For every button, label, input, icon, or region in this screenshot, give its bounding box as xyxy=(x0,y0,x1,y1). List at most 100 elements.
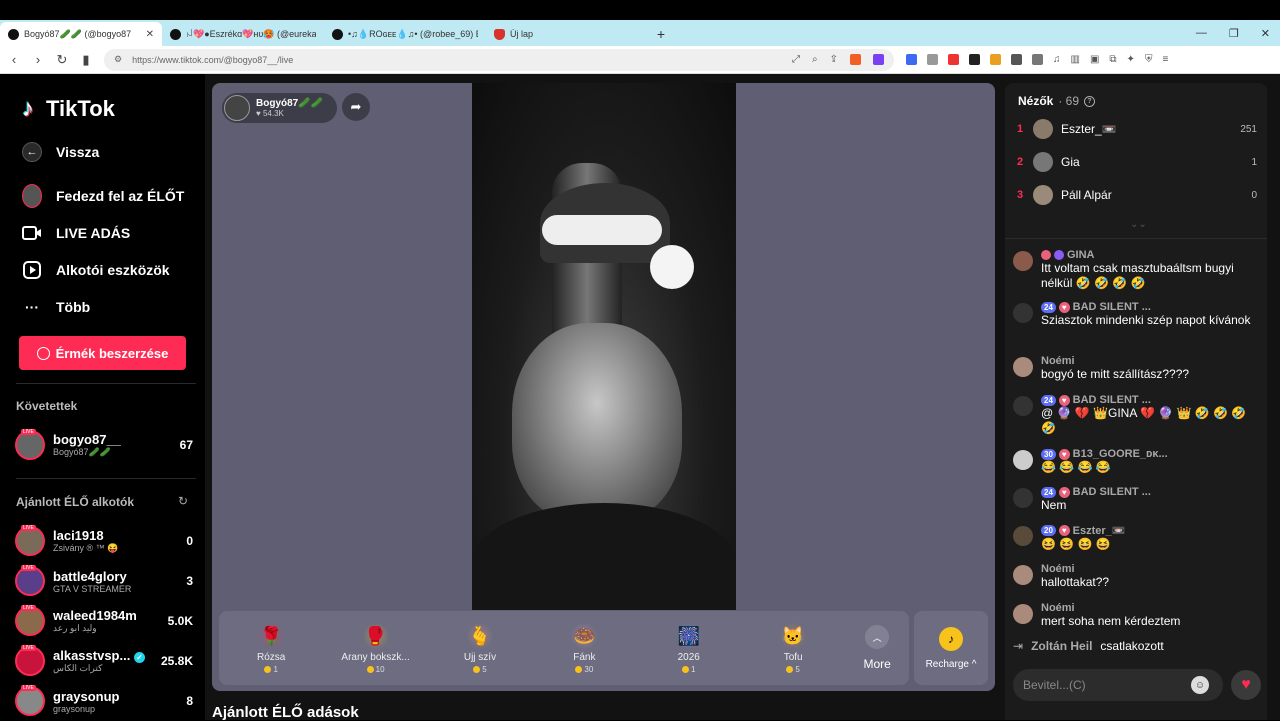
avatar[interactable] xyxy=(1013,450,1033,470)
url-field[interactable]: ⚙ https://www.tiktok.com/@bogyo87__/live… xyxy=(104,48,894,71)
gift-bar: 🌹 Rózsa 1 🥊 Arany bokszk... 10 🫰 Ujj szí… xyxy=(219,611,909,685)
reload-icon[interactable]: ↻ xyxy=(56,52,68,68)
recommended-creator[interactable]: LIVE waleed1984m وليد ابو رعد 5.0K xyxy=(15,604,193,638)
share-icon[interactable]: ⇪ xyxy=(830,54,838,65)
gift-item[interactable]: 🎆 2026 1 xyxy=(637,611,741,685)
info-icon[interactable]: ? xyxy=(1084,95,1096,107)
zoom-icon[interactable]: ⌕ xyxy=(812,54,818,65)
recommended-creator[interactable]: LIVE battle4glory GTA V STREAMER 3 xyxy=(15,564,193,598)
extension-icon[interactable] xyxy=(1032,54,1043,65)
host-info[interactable]: Bogyó87🥒🥒 ♥ 54.3K xyxy=(222,93,338,123)
chat-user[interactable]: Noémi xyxy=(1041,602,1261,614)
chat-user[interactable]: 24 ♥ BAD SILENT ... xyxy=(1041,301,1261,313)
brave-shield-icon[interactable] xyxy=(850,54,861,65)
viewer-rank: 2 xyxy=(1017,156,1024,168)
back-link[interactable]: ← Vissza xyxy=(22,142,99,162)
browser-tab-3[interactable]: •♫💧ROɢᴇᴇ💧♫• (@robee_69) ÉLŐ a xyxy=(324,22,486,46)
tab-close-icon[interactable]: ✕ xyxy=(146,29,154,40)
chat-user[interactable]: 30 ♥ B13_GOORE_ᴅᴋ... xyxy=(1041,448,1261,460)
translate-icon[interactable]: ⤢ xyxy=(792,54,800,65)
top-viewer[interactable]: 1 Eszter_📼 251 xyxy=(1017,117,1257,141)
avatar[interactable] xyxy=(1013,488,1033,508)
gift-item[interactable]: 🐱 Tofu 5 xyxy=(741,611,845,685)
gift-item[interactable]: 🍩 Fánk 30 xyxy=(532,611,636,685)
tab-title: •♫💧ROɢᴇᴇ💧♫• (@robee_69) ÉLŐ a xyxy=(348,28,478,39)
top-viewer[interactable]: 2 Gia 1 xyxy=(1017,150,1257,174)
recharge-button[interactable]: ♪ Recharge ^ xyxy=(914,611,988,685)
avatar[interactable] xyxy=(1013,565,1033,585)
browser-tab-2[interactable]: ꈤ💖●Eszrékɑ💖ʜᴜ🥵 (@eurekaeur xyxy=(162,22,324,46)
new-tab-button[interactable]: + xyxy=(648,22,674,46)
join-notice: ⇥ Zoltán Heil csatlakozott xyxy=(1013,639,1164,653)
chat-user[interactable]: 24 ♥ BAD SILENT ... xyxy=(1041,486,1261,498)
viewer-name: Páll Alpár xyxy=(1061,188,1112,202)
brave-rewards-icon[interactable] xyxy=(873,54,884,65)
top-viewer[interactable]: 3 Páll Alpár 0 xyxy=(1017,183,1257,207)
chat-user[interactable]: GINA xyxy=(1041,249,1261,261)
nav-label: Fedezd fel az ÉLŐT xyxy=(56,188,185,204)
bookmark-icon[interactable]: ▮ xyxy=(80,52,92,68)
gift-item[interactable]: 🫰 Ujj szív 5 xyxy=(428,611,532,685)
chat-user[interactable]: 20 ♥ Eszter_📼 xyxy=(1041,524,1261,537)
browser-tab-4[interactable]: Új lap xyxy=(486,22,648,46)
recommended-creator[interactable]: LIVE alkasstvsp... ✓ كترات الكاس 25.8K xyxy=(15,644,193,678)
chat-text: Itt voltam csak masztubaáltsm bugyi nélk… xyxy=(1041,261,1234,290)
browser-tab-1[interactable]: Bogyó87🥒🥒 (@bogyo87 ✕ xyxy=(0,22,162,46)
live-stream-stage: Bogyó87🥒🥒 ♥ 54.3K ➦ 🌹 Rózsa 1 🥊 Arany bo… xyxy=(212,83,995,691)
following-item[interactable]: LIVE bogyo87__ Bogyó87🥒🥒 67 xyxy=(15,428,193,462)
live-video[interactable] xyxy=(472,83,736,610)
avatar[interactable] xyxy=(1013,251,1033,271)
avatar[interactable] xyxy=(1013,303,1033,323)
extension-icon[interactable] xyxy=(990,54,1001,65)
nav-creator-tools[interactable]: Alkotói eszközök xyxy=(22,260,170,280)
emoji-icon[interactable]: ☺ xyxy=(1191,676,1209,694)
share-button[interactable]: ➦ xyxy=(342,93,370,121)
recommended-creator[interactable]: LIVE laci1918 Zsivány ® ™ 😝 0 xyxy=(15,524,193,558)
minimize-icon[interactable]: — xyxy=(1196,27,1207,39)
extension-icon[interactable] xyxy=(969,54,980,65)
back-arrow-icon[interactable]: ‹ xyxy=(8,52,20,67)
chat-user[interactable]: Noémi xyxy=(1041,355,1261,367)
extensions-icon[interactable]: ⧉ xyxy=(1109,54,1116,65)
vpn-icon[interactable]: ⛨ xyxy=(1145,54,1153,65)
chat-user[interactable]: 24 ♥ BAD SILENT ... xyxy=(1041,394,1261,406)
expand-viewers-icon[interactable]: ⌄⌄ xyxy=(1130,219,1147,230)
extension-icon[interactable] xyxy=(1011,54,1022,65)
wallet-icon[interactable]: ▣ xyxy=(1090,54,1099,65)
avatar xyxy=(1033,119,1053,139)
extension-icon[interactable] xyxy=(906,54,917,65)
creator-name: bogyo87__ xyxy=(53,432,121,447)
nav-live-broadcast[interactable]: LIVE ADÁS xyxy=(22,223,130,243)
gift-name: Ujj szív xyxy=(463,652,497,663)
chat-message: 30 ♥ B13_GOORE_ᴅᴋ... 😂 😂 😂 😂 xyxy=(1013,448,1261,475)
restore-icon[interactable]: ❐ xyxy=(1229,27,1239,40)
cat-icon: 🐱 xyxy=(779,622,808,650)
gift-item[interactable]: 🌹 Rózsa 1 xyxy=(219,611,323,685)
heart-button[interactable]: ♥ xyxy=(1231,670,1261,700)
nav-more[interactable]: ··· Több xyxy=(22,297,90,317)
sidebar-toggle-icon[interactable]: ▥ xyxy=(1071,54,1080,65)
menu-icon[interactable]: ≡ xyxy=(1162,54,1168,65)
gift-item[interactable]: 🥊 Arany bokszk... 10 xyxy=(323,611,427,685)
forward-arrow-icon[interactable]: › xyxy=(32,52,44,67)
avatar[interactable] xyxy=(1013,357,1033,377)
avatar[interactable] xyxy=(1013,396,1033,416)
recharge-label: Recharge ^ xyxy=(925,658,977,670)
music-icon[interactable]: ♫ xyxy=(1053,54,1061,65)
site-settings-icon[interactable]: ⚙ xyxy=(114,54,122,65)
chat-user[interactable]: Noémi xyxy=(1041,563,1261,575)
recommended-creator[interactable]: LIVE graysonup graysonup 8 xyxy=(15,684,193,718)
avatar[interactable] xyxy=(1013,526,1033,546)
extension-icon[interactable] xyxy=(927,54,938,65)
tiktok-logo[interactable]: ♪ ♪ ♪ TikTok xyxy=(21,96,115,122)
leo-icon[interactable]: ✦ xyxy=(1127,54,1135,65)
more-gifts-button[interactable]: ︿ More xyxy=(845,611,909,685)
extension-icon[interactable] xyxy=(948,54,959,65)
refresh-icon[interactable]: ↻ xyxy=(178,494,188,508)
coin-icon xyxy=(366,666,374,673)
get-coins-button[interactable]: Érmék beszerzése xyxy=(19,336,186,370)
nav-explore-live[interactable]: Fedezd fel az ÉLŐT xyxy=(22,184,185,208)
avatar[interactable] xyxy=(1013,604,1033,624)
joined-user[interactable]: Zoltán Heil xyxy=(1031,639,1092,653)
close-window-icon[interactable]: ✕ xyxy=(1261,27,1270,40)
